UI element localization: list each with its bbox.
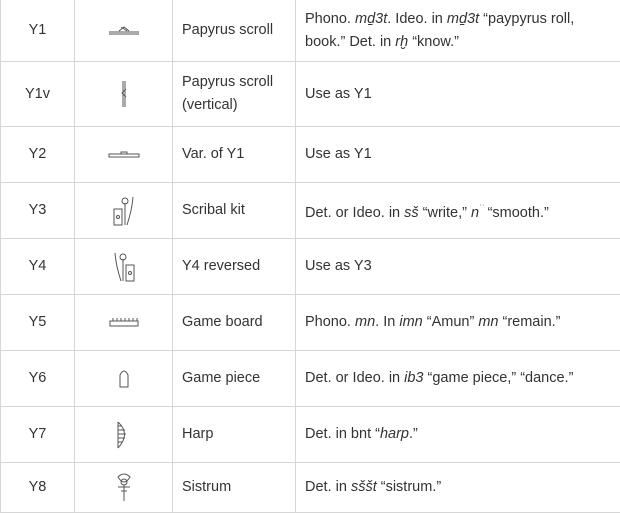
glyph-cell — [74, 61, 173, 127]
papyrus-scroll-variant-icon — [107, 146, 141, 162]
description-text: Phono. — [305, 314, 355, 330]
description-text: Use as Y1 — [305, 85, 372, 102]
description-text: “Amun” — [422, 314, 479, 330]
description-cell: Det. in bnt “harp.” — [295, 406, 620, 463]
description-text: Use as Y3 — [305, 258, 372, 274]
description-text: “know.” — [408, 33, 459, 50]
description-cell: Use as Y1 — [295, 61, 620, 127]
table-row: Y1v Papyrus scroll (vertical) Use as Y1 — [0, 61, 620, 127]
description-cell: Det. or Ideo. in sš “write,” nʿʿ “smooth… — [295, 182, 620, 239]
description-cell: Phono. mn. In imn “Amun” mn “remain.” — [295, 294, 620, 351]
harp-icon — [115, 421, 133, 448]
description-cell: Det. in sššt “sistrum.” — [295, 462, 620, 513]
name-cell: Sistrum — [172, 462, 296, 513]
table-row: Y6 Game piece Det. or Ideo. in ib3 “game p… — [0, 350, 620, 407]
code-cell: Y4 — [0, 238, 75, 295]
code-cell: Y1v — [0, 61, 75, 127]
description-text: sš — [404, 204, 419, 221]
description-text: Use as Y1 — [305, 146, 372, 162]
description-text: mḏ3t — [355, 10, 388, 27]
glyph-cell — [74, 0, 173, 62]
code-cell: Y3 — [0, 182, 75, 239]
table-row: Y4 Y4 reversed Use as Y3 — [0, 238, 620, 295]
description-text: “game piece,” “dance.” — [423, 370, 574, 386]
name-cell: Scribal kit — [172, 182, 296, 239]
description-text: . Ideo. in — [387, 10, 447, 27]
glyph-cell — [74, 238, 173, 295]
table-row: Y3 Scribal kit Det. or Ideo. in sš “write,… — [0, 182, 620, 239]
description-text: harp — [379, 426, 409, 442]
description-text: “sistrum.” — [376, 479, 442, 495]
description-text: mn — [355, 314, 376, 330]
description-text: sššt — [350, 479, 377, 495]
hieroglyph-table: Y1 Papyrus scroll Phono. mḏ3t. Ideo. in mḏ… — [0, 0, 620, 513]
description-cell: Det. or Ideo. in ib3 “game piece,” “danc… — [295, 350, 620, 407]
scribal-kit-icon — [112, 196, 136, 225]
description-text: ʿʿ — [479, 202, 488, 213]
table-row: Y2 Var. of Y1 Use as Y1 — [0, 126, 620, 183]
game-piece-icon — [118, 370, 130, 388]
description-text: “remain.” — [498, 314, 561, 330]
glyph-cell — [74, 406, 173, 463]
description-text: Det. in — [305, 479, 351, 495]
description-text: .” — [408, 426, 418, 442]
description-cell: Use as Y1 — [295, 126, 620, 183]
code-cell: Y7 — [0, 406, 75, 463]
code-cell: Y5 — [0, 294, 75, 351]
code-cell: Y2 — [0, 126, 75, 183]
description-text: imn — [399, 314, 423, 330]
sistrum-icon — [114, 473, 134, 501]
description-text: Det. or Ideo. in — [305, 204, 405, 221]
description-text: Det. in bnt “ — [305, 426, 380, 442]
code-cell: Y1 — [0, 0, 75, 62]
code-cell: Y6 — [0, 350, 75, 407]
name-cell: Var. of Y1 — [172, 126, 296, 183]
game-board-icon — [108, 314, 140, 330]
glyph-cell — [74, 462, 173, 513]
table-row: Y8 Sistrum Det. in sššt “sistrum.” — [0, 462, 620, 513]
scribal-kit-reversed-icon — [112, 252, 136, 281]
glyph-cell — [74, 350, 173, 407]
description-cell: Use as Y3 — [295, 238, 620, 295]
description-text: mn — [478, 314, 499, 330]
name-cell: Harp — [172, 406, 296, 463]
description-text: rḫ — [395, 33, 409, 50]
glyph-cell — [74, 182, 173, 239]
glyph-cell — [74, 294, 173, 351]
description-text: “write,” — [418, 204, 471, 221]
papyrus-scroll-vertical-icon — [118, 81, 130, 107]
table-row: Y7 Harp Det. in bnt “harp.” — [0, 406, 620, 463]
description-text: Phono. — [305, 10, 355, 27]
code-cell: Y8 — [0, 462, 75, 513]
description-text: n — [471, 204, 480, 221]
glyph-cell — [74, 126, 173, 183]
table-row: Y5 Game board Phono. mn. In imn “Amun” mn … — [0, 294, 620, 351]
name-cell: Y4 reversed — [172, 238, 296, 295]
description-text: . In — [375, 314, 400, 330]
papyrus-scroll-icon — [107, 22, 141, 38]
name-cell: Game piece — [172, 350, 296, 407]
description-text: Det. or Ideo. in — [305, 370, 405, 386]
name-cell: Papyrus scroll — [172, 0, 296, 62]
table-row: Y1 Papyrus scroll Phono. mḏ3t. Ideo. in mḏ… — [0, 0, 620, 62]
description-text: mḏ3t — [446, 10, 480, 27]
description-cell: Phono. mḏ3t. Ideo. in mḏ3t “paypyrus rol… — [295, 0, 620, 62]
description-text: ib3 — [404, 370, 424, 386]
name-cell: Game board — [172, 294, 296, 351]
description-text: “smooth.” — [487, 204, 549, 221]
name-cell: Papyrus scroll (vertical) — [172, 61, 296, 127]
